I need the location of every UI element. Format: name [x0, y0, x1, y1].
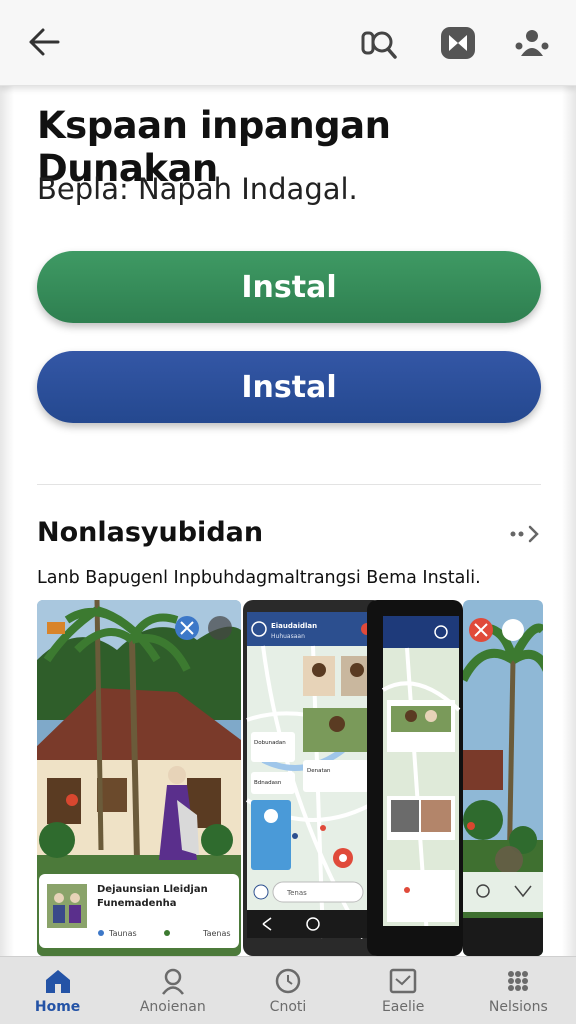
- left-edge-shade: [0, 86, 14, 956]
- card1-foot-right: Taenas: [202, 929, 231, 938]
- app-icon[interactable]: [438, 24, 478, 62]
- section-title: Nonlasyubidan: [37, 517, 264, 548]
- person-icon: [161, 968, 184, 995]
- nav-label-cnoti: Cnoti: [269, 998, 307, 1015]
- install-button-secondary[interactable]: Instal: [37, 351, 541, 423]
- screenshot-4[interactable]: [463, 600, 543, 956]
- install-button-primary[interactable]: Instal: [37, 251, 541, 323]
- app-subtitle: Bepla: Napah Indagal.: [37, 172, 358, 206]
- bottom-navigation: Home Anoienan Cnoti Eaelie Nelsions: [0, 956, 576, 1024]
- phone-header-sub: Huhuasaan: [271, 633, 305, 640]
- phone-header: Eiaudaidlan: [271, 622, 317, 630]
- nav-item-home[interactable]: Home: [2, 967, 114, 1015]
- clock-icon: [275, 968, 301, 993]
- arrow-left-icon[interactable]: [24, 24, 64, 60]
- account-icon[interactable]: [512, 24, 552, 62]
- screenshot-3[interactable]: [367, 600, 463, 956]
- screenshot-carousel[interactable]: Dejaunsian Lleidjan Funemadenha Taunas T…: [37, 600, 543, 956]
- section-description: Lanb Bapugenl Inpbuhdagmaltrangsi Bema I…: [37, 568, 481, 588]
- nav-label-anoienan: Anoienan: [139, 998, 206, 1015]
- map-label-1: Dobunadan: [254, 740, 286, 746]
- nav-item-cnoti[interactable]: Cnoti: [232, 967, 344, 1015]
- screenshot-2[interactable]: Eiaudaidlan Huhuasaan Dobunadan Bdnadasn…: [243, 600, 383, 956]
- nav-label-eaelie: Eaelie: [381, 998, 425, 1015]
- grid-icon: [508, 970, 529, 991]
- top-app-bar: [0, 0, 576, 86]
- search-chip: Tenas: [286, 889, 307, 897]
- card1-title: Dejaunsian Lleidjan: [97, 884, 208, 895]
- map-label-2: Bdnadasn: [254, 780, 282, 786]
- image-icon: [389, 968, 417, 993]
- card1-subtitle: Funemadenha: [97, 898, 176, 909]
- search-icon[interactable]: [360, 24, 400, 62]
- map-label-3: Denatan: [307, 768, 331, 774]
- nav-label-nelsions: Nelsions: [488, 998, 548, 1015]
- right-edge-shade: [562, 86, 576, 956]
- nav-item-eaelie[interactable]: Eaelie: [347, 967, 459, 1015]
- nav-item-anoienan[interactable]: Anoienan: [117, 967, 229, 1015]
- arrow-right-icon[interactable]: [508, 520, 542, 548]
- screenshot-1[interactable]: Dejaunsian Lleidjan Funemadenha Taunas T…: [37, 600, 241, 956]
- nav-item-nelsions[interactable]: Nelsions: [462, 967, 574, 1015]
- nav-label-home: Home: [34, 998, 81, 1015]
- home-icon: [45, 969, 70, 993]
- divider: [37, 484, 541, 485]
- card1-foot-left: Taunas: [108, 929, 137, 938]
